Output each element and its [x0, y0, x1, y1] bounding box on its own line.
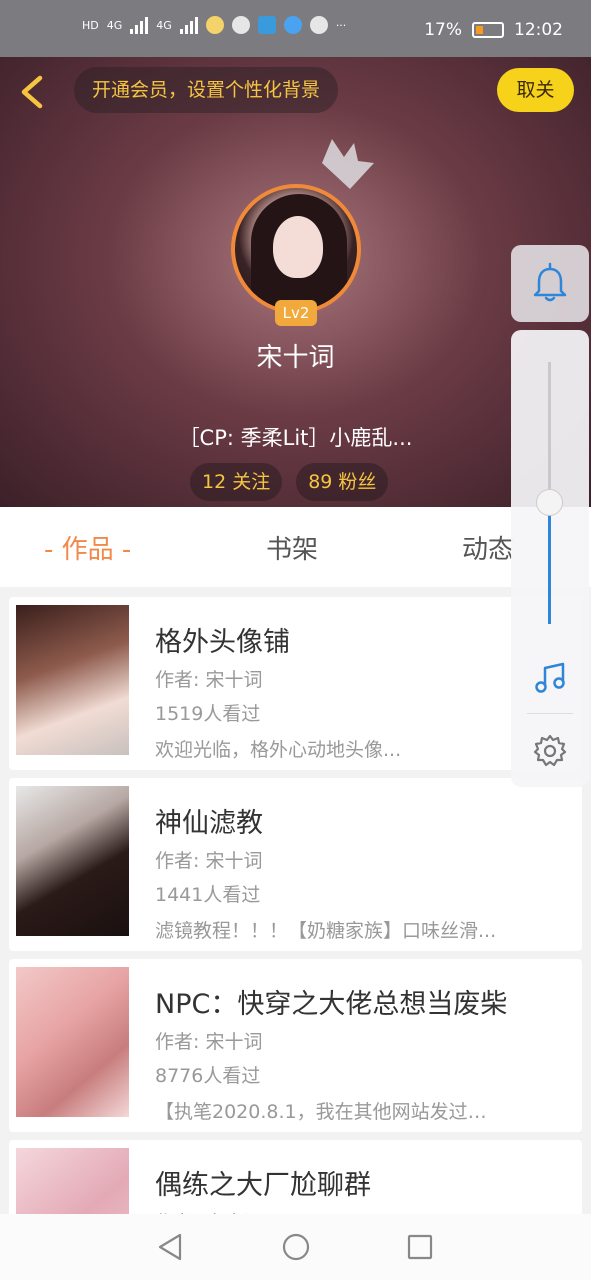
work-card[interactable]: 神仙滤教 作者: 宋十词 1441人看过 滤镜教程！！！【奶糖家族】口味丝滑..…	[9, 778, 582, 951]
bell-icon	[533, 262, 567, 302]
network-label: 4G	[106, 18, 123, 32]
notification-button[interactable]	[511, 245, 589, 322]
work-author: 作者: 宋十词	[155, 1031, 263, 1053]
work-desc: 【执笔2020.8.1，我在其他网站发过…	[155, 1101, 487, 1123]
work-views: 1441人看过	[155, 884, 261, 906]
status-bar: HD 4G 4G ··· 17% 12:02	[0, 0, 591, 57]
work-card[interactable]: NPC：快穿之大佬总想当废柴 作者: 宋十词 8776人看过 【执笔2020.8…	[9, 959, 582, 1132]
back-triangle-icon[interactable]	[156, 1232, 184, 1262]
follow-stats: 12 关注 89 粉丝	[190, 463, 389, 501]
user-bio: ［CP: 季柔Lit］小鹿乱...	[178, 426, 413, 450]
browser-icon	[283, 16, 302, 34]
home-circle-icon[interactable]	[281, 1232, 311, 1262]
signal-icon	[130, 16, 149, 34]
work-cover	[16, 967, 129, 1117]
status-right: 17% 12:02	[424, 20, 563, 40]
avatar-face	[273, 216, 323, 278]
volume-panel	[511, 330, 589, 787]
music-note-icon[interactable]	[532, 660, 568, 696]
chevron-left-icon[interactable]	[18, 75, 48, 109]
work-views: 1519人看过	[155, 703, 261, 725]
tab-bookshelf[interactable]: 书架	[266, 529, 318, 566]
work-author: 作者: 宋十词	[155, 669, 263, 691]
clock: 12:02	[514, 20, 563, 40]
status-left-icons: HD 4G 4G ···	[82, 16, 346, 34]
recent-apps-icon[interactable]	[406, 1233, 434, 1261]
system-nav-bar	[0, 1214, 591, 1280]
vip-background-banner[interactable]: 开通会员，设置个性化背景	[74, 67, 339, 113]
level-badge: Lv2	[275, 300, 317, 326]
signal-icon-2	[179, 16, 198, 34]
user-name: 宋十词	[256, 343, 335, 373]
network-label-2: 4G	[156, 18, 172, 32]
work-author: 作者: 宋十词	[155, 850, 263, 872]
fans-count[interactable]: 89 粉丝	[296, 463, 389, 501]
profile-header: 开通会员，设置个性化背景 取关 Lv2 宋十词 ［CP: 季柔Lit］小鹿乱..…	[0, 57, 591, 507]
battery-percent: 17%	[424, 20, 462, 40]
app-icon	[231, 16, 250, 34]
battery-icon	[472, 22, 504, 38]
shield-icon	[309, 16, 328, 34]
tab-works[interactable]: - 作品 -	[44, 529, 131, 566]
volume-slider-handle[interactable]	[536, 489, 563, 516]
alipay-icon	[257, 16, 276, 34]
gear-icon[interactable]	[532, 733, 568, 769]
work-title: 格外头像铺	[155, 627, 290, 658]
crown-icon	[322, 139, 374, 189]
work-views: 8776人看过	[155, 1065, 261, 1087]
work-title: 偶练之大厂尬聊群	[155, 1170, 371, 1201]
more-icon: ···	[335, 18, 347, 32]
tab-activity[interactable]: 动态	[462, 529, 514, 566]
work-title: NPC：快穿之大佬总想当废柴	[155, 989, 508, 1020]
volume-slider-fill	[548, 502, 551, 624]
following-count[interactable]: 12 关注	[190, 463, 283, 501]
work-title: 神仙滤教	[155, 808, 263, 839]
unfollow-button[interactable]: 取关	[497, 68, 574, 112]
work-desc: 滤镜教程！！！【奶糖家族】口味丝滑...	[155, 920, 497, 942]
profile-tabs: - 作品 - 书架 动态	[0, 507, 591, 587]
work-desc: 欢迎光临，格外心动地头像...	[155, 739, 402, 761]
work-card[interactable]: 格外头像铺 作者: 宋十词 1519人看过 欢迎光临，格外心动地头像...	[9, 597, 582, 770]
panel-divider	[527, 713, 573, 714]
bulb-icon	[205, 16, 224, 34]
work-cover	[16, 786, 129, 936]
hd-label: HD	[82, 18, 99, 32]
work-cover	[16, 605, 129, 755]
avatar[interactable]	[231, 184, 361, 314]
